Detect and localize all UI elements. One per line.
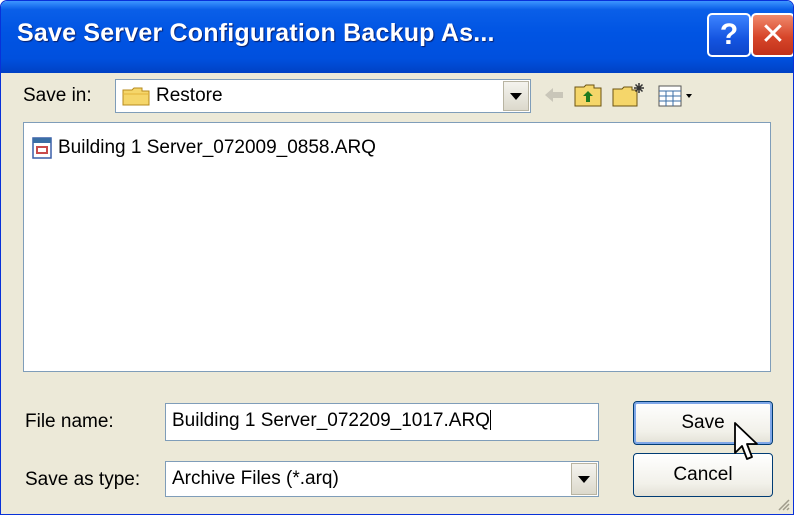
save-in-combo[interactable]: Restore [115, 79, 531, 113]
file-list[interactable]: Building 1 Server_072009_0858.ARQ [23, 122, 771, 372]
view-menu-icon[interactable] [657, 81, 697, 109]
save-in-dropdown-button[interactable] [503, 81, 529, 111]
dialog-title: Save Server Configuration Backup As... [17, 19, 495, 47]
chevron-down-icon [578, 475, 590, 483]
save-as-type-combo[interactable]: Archive Files (*.arq) [165, 461, 599, 497]
mouse-pointer-icon [734, 422, 758, 460]
resize-grip-icon[interactable] [776, 497, 790, 511]
file-name-label: File name: [25, 411, 114, 432]
save-as-type-value: Archive Files (*.arq) [172, 468, 339, 489]
folder-icon [122, 87, 150, 106]
save-in-value: Restore [156, 85, 223, 106]
close-button[interactable]: ✕ [751, 13, 793, 57]
archive-file-icon [32, 137, 52, 159]
title-bar[interactable]: Save Server Configuration Backup As... ?… [1, 1, 793, 73]
help-button[interactable]: ? [707, 13, 751, 57]
file-name-value: Building 1 Server_072209_1017.ARQ [172, 410, 490, 431]
save-as-type-dropdown-button[interactable] [571, 463, 597, 495]
file-name-input[interactable]: Building 1 Server_072209_1017.ARQ [165, 403, 599, 441]
back-arrow-icon[interactable] [541, 81, 567, 109]
save-as-type-label: Save as type: [25, 469, 141, 490]
file-name-text: Building 1 Server_072009_0858.ARQ [58, 137, 376, 158]
save-dialog: Save Server Configuration Backup As... ?… [0, 0, 794, 515]
new-folder-icon[interactable] [611, 81, 647, 109]
text-caret [489, 410, 491, 430]
save-in-label: Save in: [23, 85, 92, 106]
up-folder-icon[interactable] [573, 81, 603, 109]
chevron-down-icon [510, 92, 522, 100]
list-item[interactable]: Building 1 Server_072009_0858.ARQ [32, 137, 376, 159]
